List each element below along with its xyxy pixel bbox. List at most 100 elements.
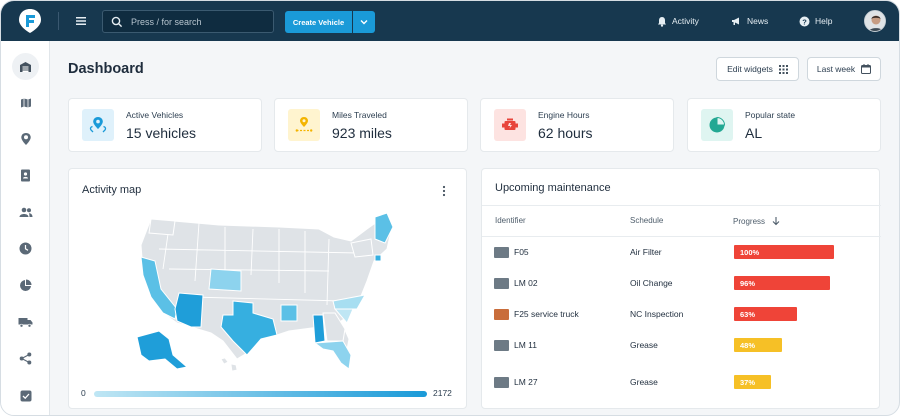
table-row[interactable]: F05 Air Filter 100% — [482, 237, 881, 267]
sidebar-item-dashboard[interactable] — [12, 53, 39, 80]
sidebar-item-reports[interactable] — [12, 272, 39, 299]
edit-widgets-label: Edit widgets — [727, 64, 773, 74]
column-header-identifier[interactable]: Identifier — [495, 216, 526, 225]
vehicle-identifier[interactable]: LM 02 — [514, 278, 538, 288]
us-activity-map[interactable] — [129, 209, 404, 377]
pie-chart-icon — [20, 279, 32, 291]
create-vehicle-dropdown-button[interactable] — [353, 11, 375, 33]
garage-icon — [20, 61, 31, 72]
date-range-button[interactable]: Last week — [807, 57, 881, 81]
stat-value: AL — [745, 125, 763, 141]
edit-widgets-button[interactable]: Edit widgets — [716, 57, 799, 81]
activity-link[interactable]: Activity — [657, 14, 699, 28]
users-icon — [19, 207, 32, 217]
checklist-icon — [20, 390, 31, 401]
vehicle-thumbnail — [494, 247, 509, 258]
maintenance-title: Upcoming maintenance — [495, 182, 611, 194]
stat-icon-box — [82, 109, 114, 141]
more-options-icon[interactable] — [439, 184, 449, 198]
stat-label: Miles Traveled — [332, 110, 387, 120]
sort-descending-icon[interactable] — [772, 216, 780, 226]
sidebar-item-share[interactable] — [12, 345, 39, 372]
truck-icon — [18, 318, 33, 328]
user-photo-icon — [865, 11, 885, 31]
table-row[interactable]: LM 11 Grease 48% — [482, 330, 881, 360]
sidebar-item-users[interactable] — [12, 199, 39, 226]
progress-bar: 37% — [734, 375, 771, 389]
vehicle-thumbnail — [494, 340, 509, 351]
news-link[interactable]: News — [731, 14, 768, 28]
share-icon — [19, 352, 32, 365]
top-bar: Create Vehicle Activity News ? — [1, 1, 899, 41]
stat-label: Engine Hours — [538, 110, 590, 120]
contacts-book-icon — [21, 169, 30, 182]
map-state-colorado — [208, 268, 242, 292]
user-avatar[interactable] — [864, 10, 886, 32]
app-logo-icon[interactable] — [17, 8, 43, 34]
vehicle-identifier[interactable]: F25 service truck — [514, 309, 579, 319]
vehicle-identifier[interactable]: LM 27 — [514, 377, 538, 387]
stat-card-miles-traveled: Miles Traveled 923 miles — [274, 98, 468, 152]
legend-gradient-bar — [94, 391, 427, 397]
vehicle-identifier[interactable]: LM 11 — [514, 340, 537, 350]
table-row[interactable]: LM 27 Grease 37% — [482, 367, 881, 397]
sidebar-item-places[interactable] — [12, 125, 39, 152]
vehicle-thumbnail — [494, 377, 509, 388]
legend-min-value: 0 — [81, 388, 86, 398]
pie-chart-icon — [709, 116, 726, 133]
table-row[interactable]: F25 service truck NC Inspection 63% — [482, 299, 881, 329]
sidebar — [1, 41, 50, 415]
map-icon — [20, 98, 31, 107]
sidebar-item-contacts[interactable] — [12, 162, 39, 189]
progress-bar: 100% — [734, 245, 834, 259]
page-title: Dashboard — [68, 61, 144, 77]
stat-card-engine-hours: Engine Hours 62 hours — [480, 98, 674, 152]
table-row[interactable]: LM 02 Oil Change 96% — [482, 268, 881, 298]
news-label: News — [747, 16, 769, 26]
map-state-alaska — [136, 330, 189, 370]
column-header-progress[interactable]: Progress — [733, 216, 780, 226]
schedule-type: Grease — [630, 377, 658, 387]
map-state-connecticut — [374, 254, 382, 262]
progress-bar: 96% — [734, 276, 830, 290]
search-icon — [111, 16, 123, 28]
location-pin-icon — [20, 132, 31, 145]
schedule-type: Grease — [630, 340, 658, 350]
progress-bar: 48% — [734, 338, 782, 352]
stat-label: Popular state — [745, 110, 796, 120]
stat-icon-box — [701, 109, 733, 141]
map-state-washington — [148, 218, 176, 236]
bell-icon — [658, 16, 666, 27]
help-icon: ? — [799, 16, 810, 26]
search-input[interactable] — [131, 14, 267, 29]
help-label: Help — [815, 16, 833, 26]
upcoming-maintenance-card: Upcoming maintenance Identifier Schedule… — [481, 168, 881, 409]
stat-value: 62 hours — [538, 125, 593, 141]
vehicle-thumbnail — [494, 278, 509, 289]
sidebar-item-tasks[interactable] — [12, 382, 39, 409]
column-header-schedule[interactable]: Schedule — [630, 216, 663, 225]
stat-card-active-vehicles: Active Vehicles 15 vehicles — [68, 98, 262, 152]
vehicle-identifier[interactable]: F05 — [514, 247, 529, 257]
stat-label: Active Vehicles — [126, 110, 184, 120]
megaphone-icon — [732, 17, 739, 25]
clock-icon — [19, 242, 32, 255]
map-state-alabama — [312, 314, 326, 344]
sidebar-item-history[interactable] — [12, 235, 39, 262]
hamburger-menu-icon[interactable] — [71, 11, 91, 31]
search-box[interactable] — [102, 10, 274, 33]
stat-icon-box — [494, 109, 526, 141]
help-link[interactable]: ? Help — [799, 14, 832, 28]
sidebar-item-map[interactable] — [12, 89, 39, 116]
map-state-arkansas — [280, 304, 298, 322]
app-window: Create Vehicle Activity News ? — [0, 0, 900, 416]
stat-icon-box — [288, 109, 320, 141]
route-pin-icon — [295, 117, 313, 132]
vehicles-pin-icon — [89, 117, 107, 133]
create-vehicle-button[interactable]: Create Vehicle — [285, 11, 352, 33]
map-state-hawaii — [220, 357, 238, 372]
stat-card-popular-state: Popular state AL — [687, 98, 881, 152]
chevron-down-icon — [360, 20, 368, 25]
grid-icon — [778, 64, 788, 74]
sidebar-item-vehicles[interactable] — [12, 309, 39, 336]
